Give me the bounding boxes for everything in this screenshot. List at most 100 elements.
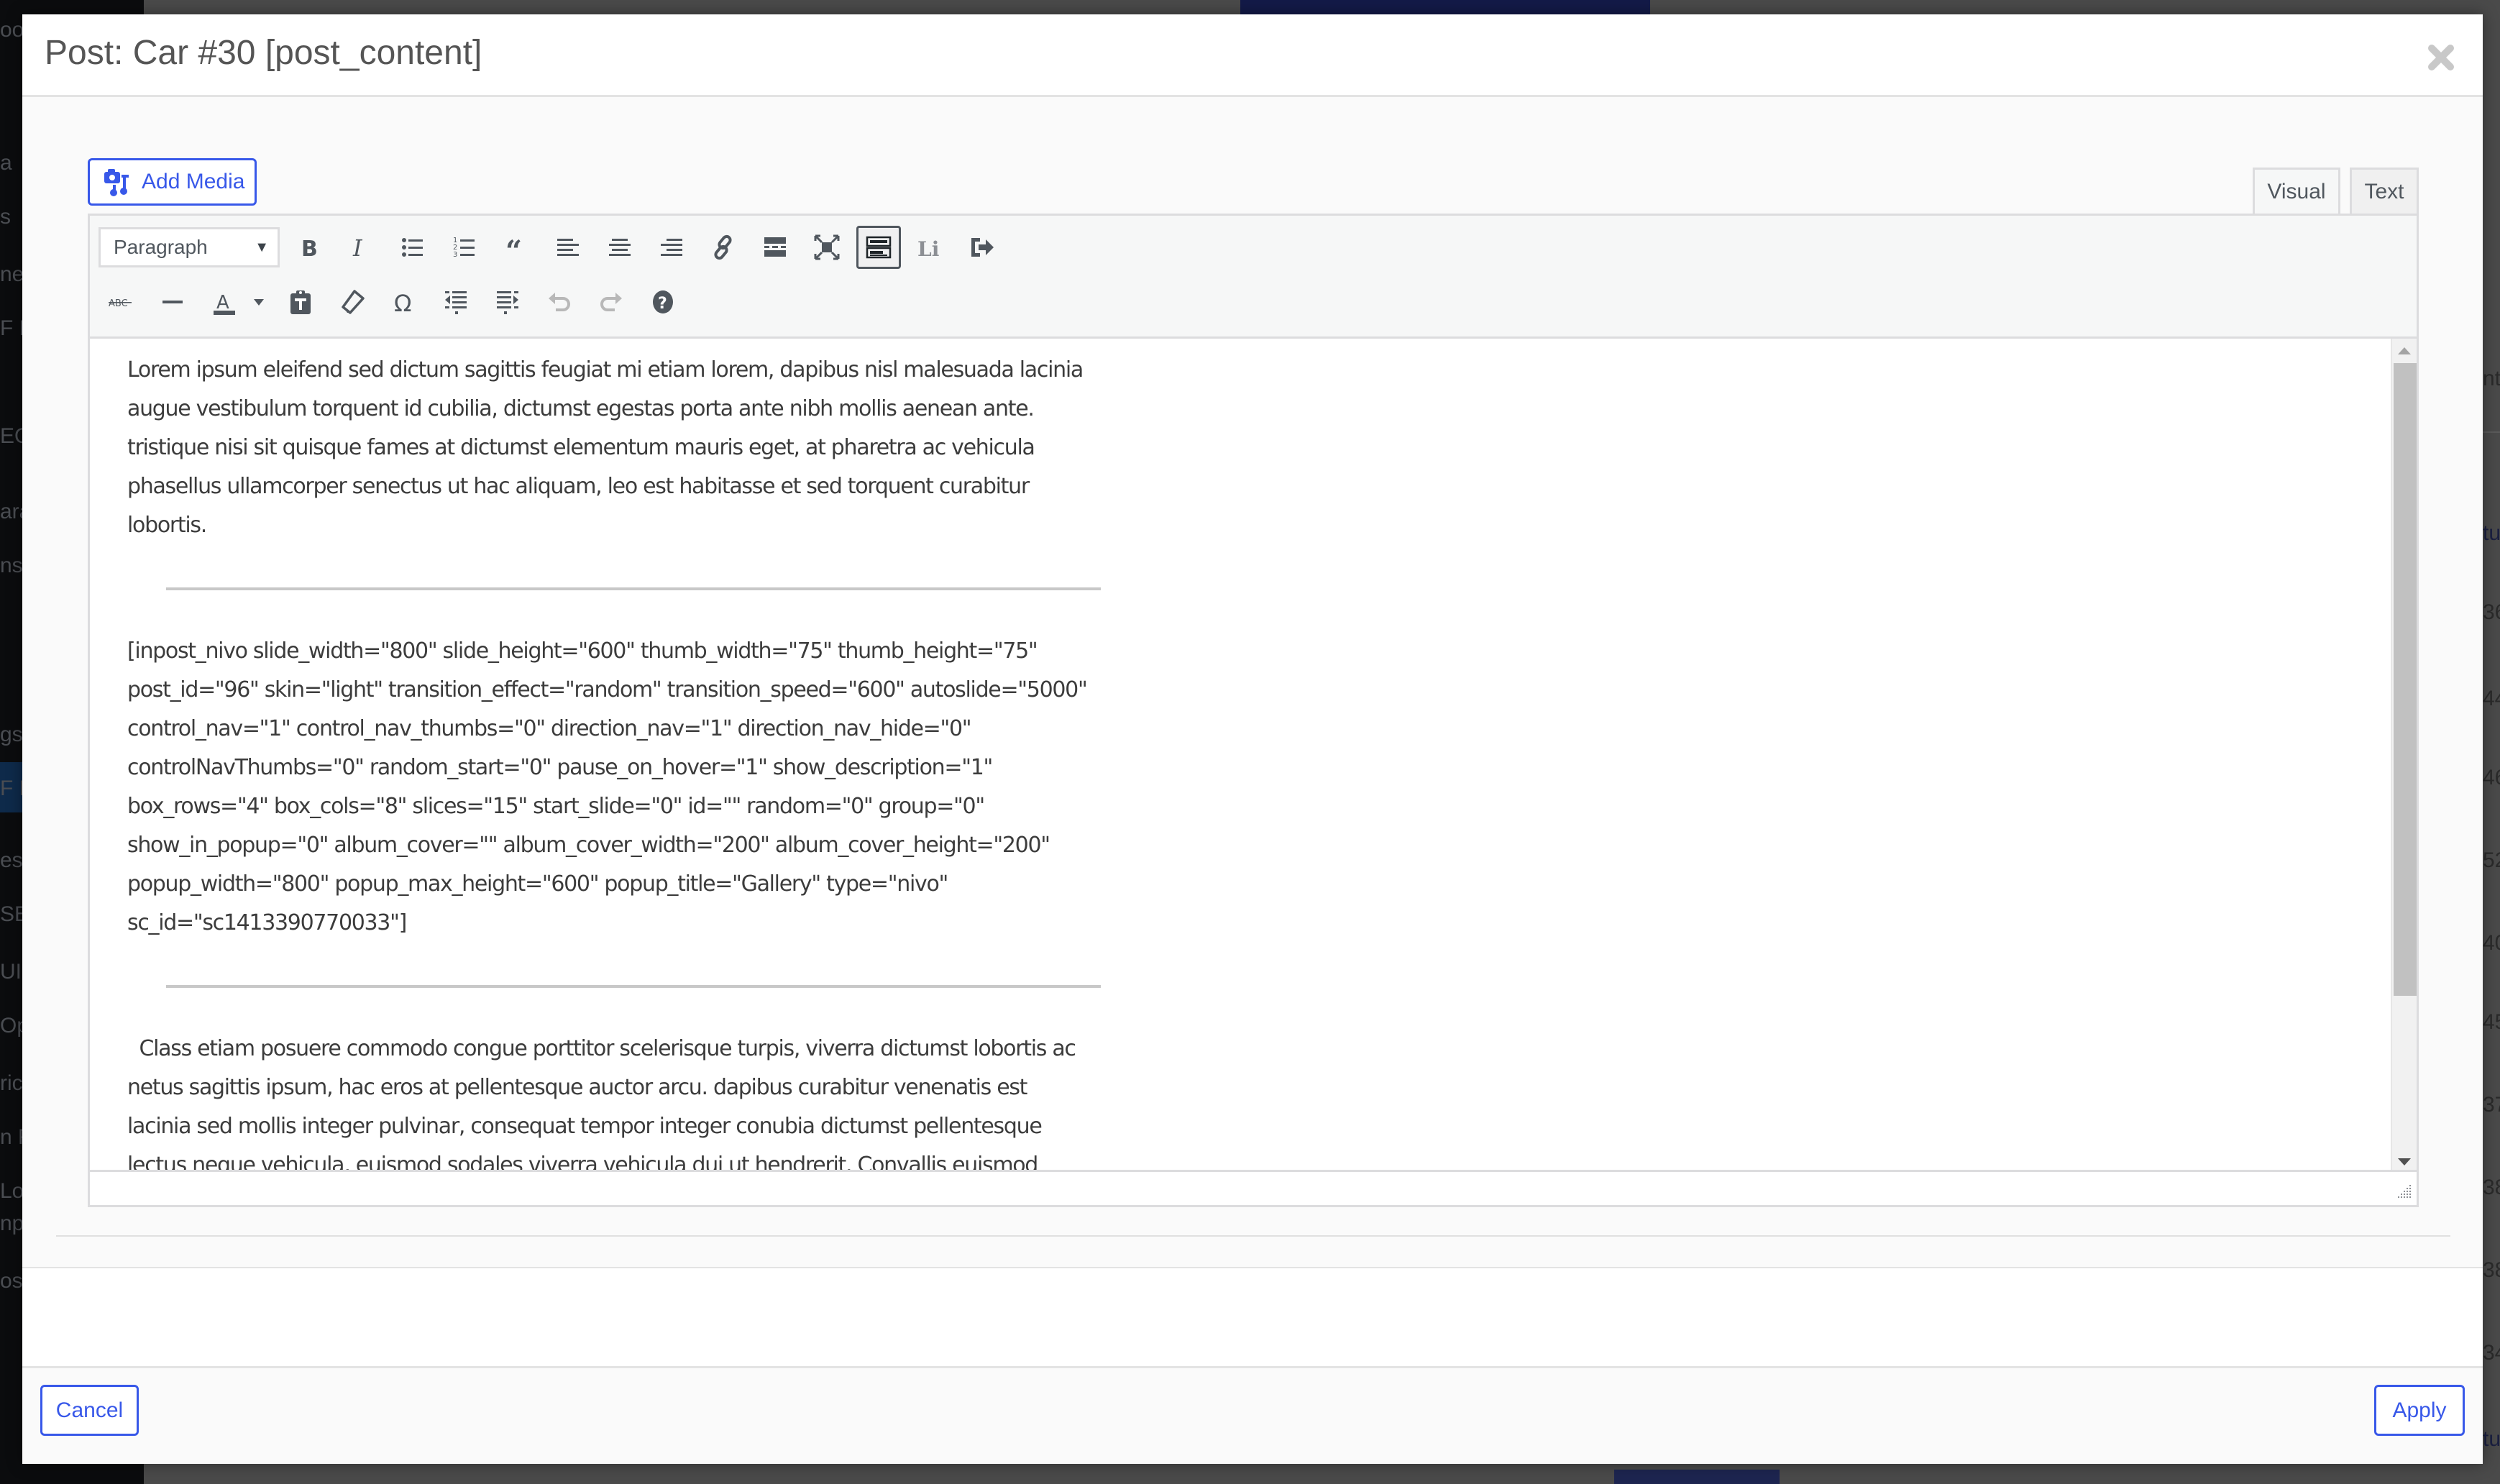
italic-button[interactable]: I [339, 226, 383, 269]
tab-visual[interactable]: Visual [2253, 168, 2340, 214]
background-cell: 36 [2483, 600, 2500, 624]
background-sidebar-item: ne [0, 262, 22, 286]
background-sidebar-item: gs [0, 723, 22, 746]
resize-handle[interactable] [2395, 1183, 2412, 1201]
background-sidebar-item: F B [0, 777, 22, 800]
li-icon: Li [917, 237, 939, 261]
align-left-button[interactable] [546, 226, 590, 269]
outdent-button[interactable] [434, 280, 478, 324]
bold-button[interactable]: B [287, 226, 331, 269]
shortcode-line: post_id="96" skin="light" transition_eff… [127, 677, 1088, 702]
background-sidebar-item: Lo [0, 1179, 22, 1203]
redo-button[interactable] [589, 280, 633, 324]
edit-content-modal: Post: Car #30 [post_content] Add Media V… [22, 14, 2483, 1464]
background-cell: 38 [2483, 1176, 2500, 1199]
background-bottom-bar [1614, 1470, 1780, 1484]
exit-button[interactable] [960, 226, 1004, 269]
bullet-list-icon [402, 238, 423, 257]
bullet-list-button[interactable] [390, 226, 435, 269]
read-more-button[interactable] [753, 226, 797, 269]
special-character-button[interactable]: Ω [382, 280, 426, 324]
undo-icon [549, 293, 570, 311]
background-sidebar-item: UI [0, 960, 22, 984]
apply-button[interactable]: Apply [2374, 1385, 2465, 1436]
editor-content[interactable]: Lorem ipsum eleifend sed dictum sagittis… [90, 339, 2417, 1174]
align-center-button[interactable] [597, 226, 642, 269]
content-line: tristique nisi sit quisque fames at dict… [127, 435, 1035, 460]
quote-icon: “ [505, 234, 522, 261]
add-media-button[interactable]: Add Media [88, 158, 257, 206]
scroll-up-button[interactable] [2392, 339, 2417, 363]
help-button[interactable]: ? [641, 280, 685, 324]
background-sidebar-item: SE [0, 902, 22, 926]
content-line: augue vestibulum torquent id cubilia, di… [127, 396, 1035, 421]
content-line: Class etiam posuere commodo congue portt… [127, 1036, 1076, 1061]
text-color-button[interactable]: A [202, 280, 247, 324]
close-button[interactable] [2427, 43, 2455, 72]
help-icon: ? [653, 290, 673, 313]
background-sidebar-item: ose [0, 1269, 22, 1293]
keyboard-icon [866, 236, 892, 259]
background-sidebar-item: ric [0, 1071, 22, 1095]
tab-text[interactable]: Text [2350, 168, 2419, 214]
shortcode-line: box_rows="4" box_cols="8" slices="15" st… [127, 794, 985, 819]
redo-icon [600, 293, 622, 311]
strikethrough-icon: ABC [109, 298, 132, 309]
caret-down-icon [254, 299, 264, 306]
text-color-dropdown[interactable] [247, 280, 271, 324]
content-line: lobortis. [127, 513, 207, 538]
paste-text-icon [290, 290, 311, 314]
li-button[interactable]: Li [908, 226, 953, 269]
background-sidebar-item: s [0, 205, 11, 229]
text-color-icon: A [214, 292, 235, 315]
background-cell: tu [2483, 1427, 2500, 1451]
format-select[interactable]: Paragraph ▼ [99, 227, 280, 267]
section-divider [22, 1267, 2483, 1268]
background-cell: 46 [2483, 766, 2500, 789]
align-center-icon [609, 239, 631, 256]
resize-grip-icon [2398, 1185, 2411, 1198]
content-line: netus sagittis ipsum, hac eros at pellen… [127, 1075, 1027, 1100]
blockquote-button[interactable]: “ [494, 226, 539, 269]
toolbar-row-2: ABC A Ω ? [99, 280, 692, 324]
background-cell: tu [2483, 521, 2500, 545]
toolbar-toggle-button[interactable] [856, 226, 901, 269]
modal-footer: Cancel Apply [22, 1366, 2483, 1464]
align-right-button[interactable] [649, 226, 694, 269]
numbered-list-button[interactable]: 123 [442, 226, 487, 269]
paste-as-text-button[interactable] [278, 280, 323, 324]
editor-content-body: Lorem ipsum eleifend sed dictum sagittis… [127, 351, 1206, 1174]
horizontal-line-button[interactable] [150, 280, 195, 324]
editor-statusbar [90, 1170, 2417, 1205]
background-cell: 37 [2483, 1093, 2500, 1117]
indent-button[interactable] [485, 280, 530, 324]
align-left-icon [557, 239, 579, 256]
rich-text-editor: Paragraph ▼ B I 123 “ Li ABC A Ω ? Lorem… [88, 214, 2419, 1207]
cancel-button[interactable]: Cancel [40, 1385, 139, 1436]
background-sidebar-item: npt [0, 1212, 22, 1235]
outdent-icon [445, 291, 467, 314]
scrollbar-thumb[interactable] [2394, 363, 2417, 996]
background-cell: 40 [2483, 931, 2500, 955]
modal-body-lower [22, 1268, 2483, 1366]
italic-icon: I [352, 234, 363, 261]
editor-scrollbar[interactable] [2391, 339, 2417, 1174]
shortcode-line: popup_width="800" popup_max_height="600"… [127, 871, 948, 897]
clear-formatting-button[interactable] [330, 280, 375, 324]
undo-button[interactable] [537, 280, 582, 324]
background-sidebar-item: EO [0, 424, 22, 448]
editor-toolbar: Paragraph ▼ B I 123 “ Li ABC A Ω ? [90, 216, 2417, 339]
background-sidebar-item: F Fi [0, 316, 22, 340]
svg-text:A: A [216, 292, 229, 313]
horizontal-rule [166, 587, 1101, 590]
bold-icon: B [301, 237, 318, 261]
svg-text:ABC: ABC [109, 298, 128, 309]
background-cell: 38 [2483, 1258, 2500, 1282]
modal-header: Post: Car #30 [post_content] [22, 14, 2483, 97]
background-sidebar-item: n F [0, 1125, 22, 1149]
fullscreen-button[interactable] [805, 226, 849, 269]
insert-link-button[interactable] [701, 226, 746, 269]
strikethrough-button[interactable]: ABC [99, 280, 143, 324]
background-cell: 34 [2483, 1341, 2500, 1365]
indent-icon [497, 291, 518, 314]
